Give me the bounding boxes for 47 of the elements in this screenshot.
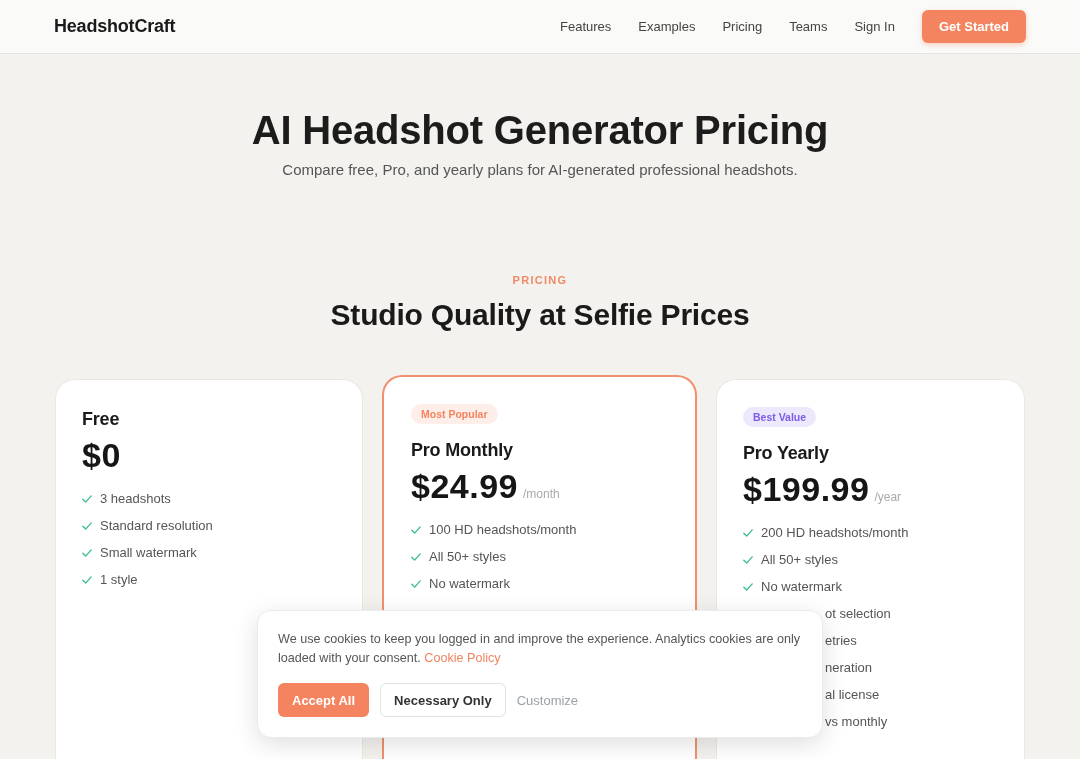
check-icon [82, 575, 92, 584]
check-icon [743, 582, 753, 591]
feature-text: 3 headshots [100, 491, 171, 506]
nav-link[interactable]: Features [560, 19, 612, 34]
billing-period: /month [523, 487, 560, 501]
plan-badge: Best Value [743, 407, 817, 427]
plan-price: $0 [82, 436, 121, 474]
plan-price: $24.99 [411, 467, 518, 505]
billing-period: /year [874, 490, 902, 504]
feature-text: neration [825, 660, 872, 675]
plan-name: Pro Yearly [743, 442, 829, 465]
plan-name: Pro Monthly [411, 439, 513, 462]
feature-text: ot selection [825, 606, 891, 621]
check-icon [411, 525, 421, 534]
section-label: PRICING [512, 273, 568, 287]
necessary-only-button[interactable]: Necessary Only [380, 683, 506, 717]
feature-text: 100 HD headshots/month [429, 522, 577, 537]
check-icon [743, 528, 753, 537]
feature-text: All 50+ styles [429, 549, 506, 564]
check-icon [82, 494, 92, 503]
page-title: AI Headshot Generator Pricing [250, 107, 830, 153]
feature-text: Standard resolution [100, 518, 213, 533]
feature-text: No watermark [761, 579, 842, 594]
nav-link[interactable]: Examples [638, 19, 696, 34]
check-icon [411, 579, 421, 588]
nav-link[interactable]: Pricing [722, 19, 763, 34]
feature-text: 200 HD headshots/month [761, 525, 909, 540]
brand-logo[interactable]: HeadshotCraft [54, 16, 176, 37]
feature-text: All 50+ styles [761, 552, 838, 567]
nav-link[interactable]: Teams [789, 19, 828, 34]
feature-text: Small watermark [100, 545, 197, 560]
check-icon [82, 521, 92, 530]
feature-text: vs monthly [825, 714, 888, 729]
plan-name: Free [82, 408, 120, 431]
plan-price: $199.99 [743, 470, 870, 508]
section-heading: Studio Quality at Selfie Prices [330, 297, 750, 333]
check-icon [82, 548, 92, 557]
plan-badge: Most Popular [411, 404, 498, 424]
feature-text: etries [825, 633, 857, 648]
cookie-notice-text: We use cookies to keep you logged in and improve the experience. Analytics cookies are only loaded with your consent. Cookie Policy [278, 631, 801, 667]
nav-link[interactable]: Sign In [854, 19, 895, 34]
feature-text: 1 style [100, 572, 138, 587]
check-icon [411, 552, 421, 561]
feature-text: al license [825, 687, 880, 702]
check-icon [743, 555, 753, 564]
feature-text: No watermark [429, 576, 510, 591]
page-subtitle: Compare free, Pro, and yearly plans for AI-generated professional headshots. [281, 160, 799, 180]
